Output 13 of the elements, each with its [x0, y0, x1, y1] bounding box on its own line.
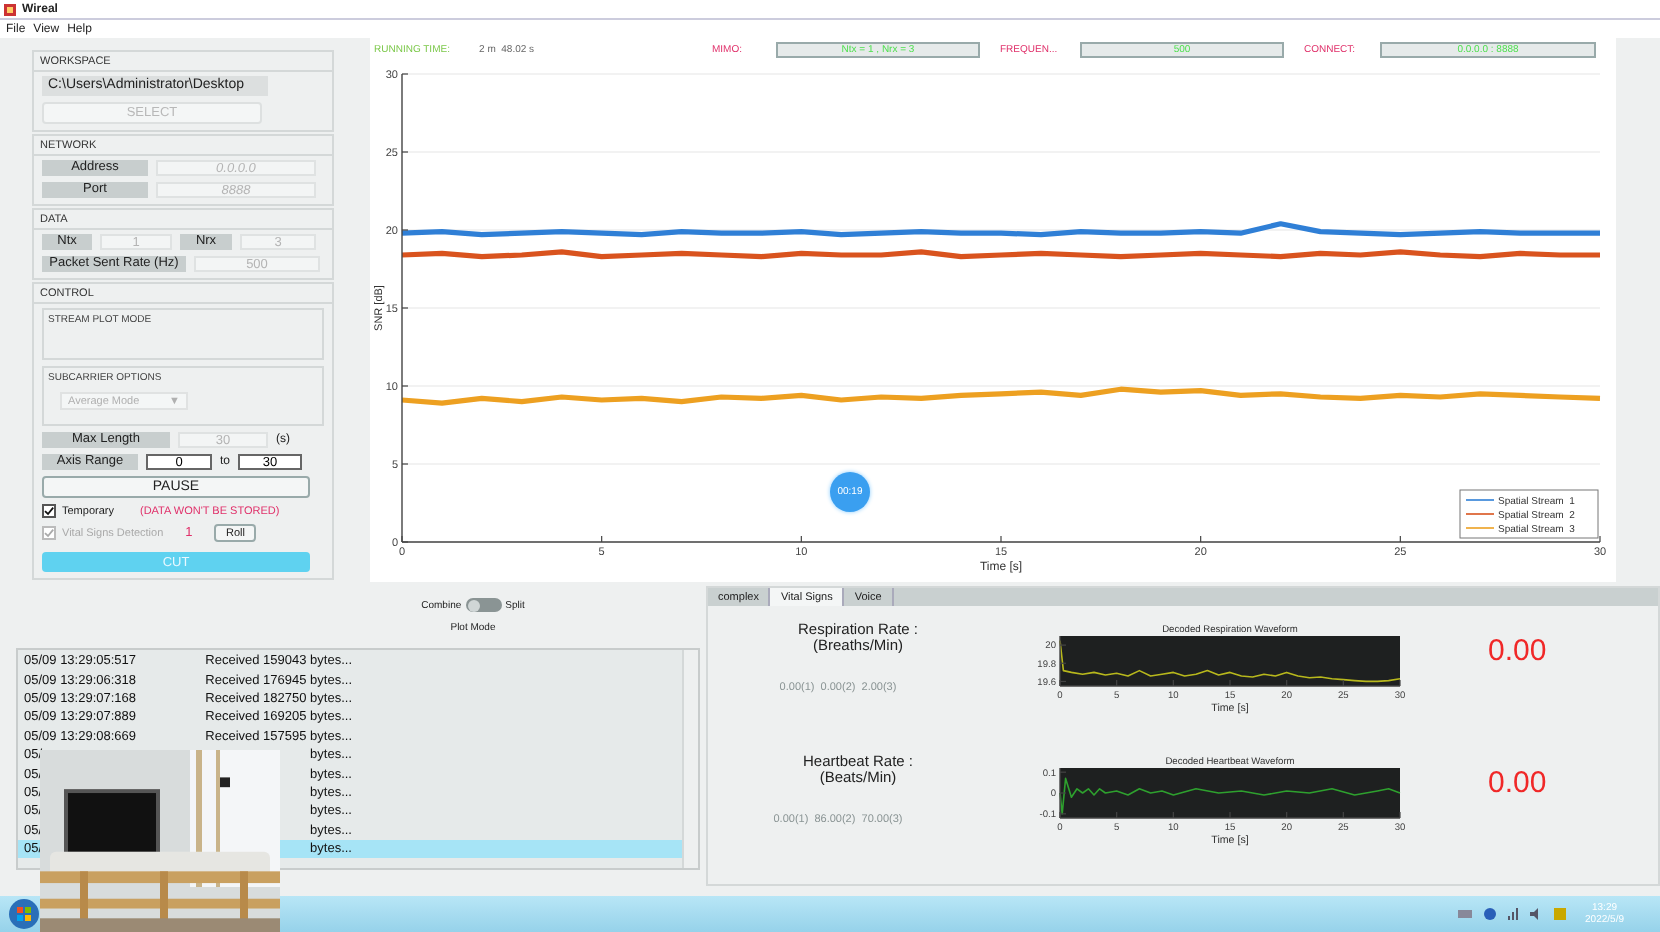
y-axis: [1059, 767, 1067, 819]
checkbox[interactable]: [42, 504, 56, 518]
keyboard-icon[interactable]: [1457, 910, 1472, 918]
scrollbar[interactable]: [682, 650, 698, 868]
globe-icon[interactable]: [1483, 908, 1496, 920]
toggle-switch[interactable]: [465, 598, 502, 612]
speaker-icon[interactable]: [1529, 908, 1542, 920]
legend-background: [1459, 489, 1599, 539]
start-button[interactable]: [8, 898, 40, 930]
rate-value: 0.00: [1488, 634, 1547, 668]
rate-value: 0.00: [1488, 766, 1547, 800]
network-icon[interactable]: [1507, 908, 1518, 920]
app-icon: [4, 3, 16, 15]
